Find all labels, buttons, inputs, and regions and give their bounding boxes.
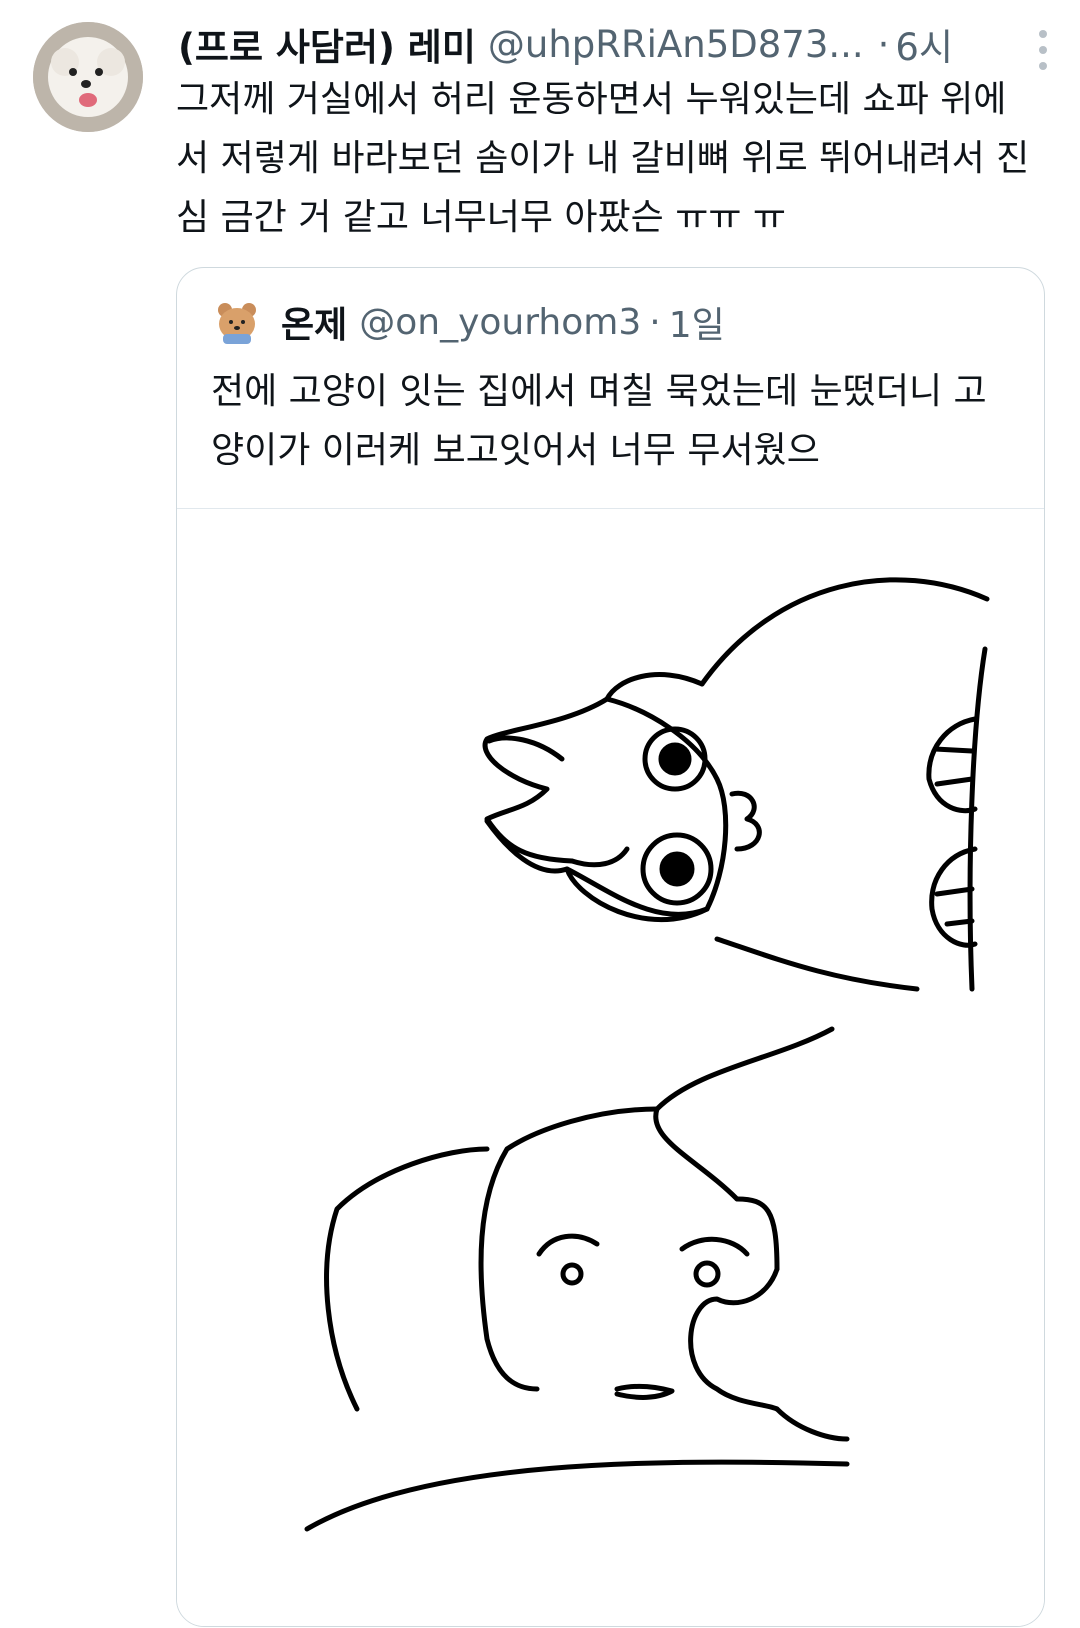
quoted-tweet-text: 전에 고양이 잇는 집에서 며칠 묵었는데 눈떴더니 고양이가 이러케 보고잇어… [211,371,987,471]
quoted-author-name: 온제 [281,305,348,346]
dog-avatar-image [33,22,143,132]
tweet-header: (프로 사담러) 레미 @uhpRRiAn5D873... · 6시 [178,18,1060,70]
quoted-tweet-header: 온제 @on_yourhom3 · 1일 [211,296,725,348]
quoted-tweet-card[interactable]: 온제 @on_yourhom3 · 1일 전에 고양이 잇는 집에서 며칠 묵었… [176,267,1045,1627]
quoted-tweet-image[interactable] [177,508,1044,1626]
author-name[interactable]: (프로 사담러) 레미 [178,17,476,71]
author-handle[interactable]: @uhpRRiAn5D873... [488,23,864,66]
more-vertical-icon[interactable] [1038,30,1048,70]
tweet-time[interactable]: 6시 [895,17,953,71]
cat-drawing-illustration [304,577,990,1532]
quoted-tweet-time: 1일 [668,305,725,346]
quoted-author-avatar[interactable] [211,296,263,348]
separator-dot: · [877,22,890,66]
author-avatar[interactable] [33,22,143,132]
tweet-text: 그저께 거실에서 허리 운동하면서 누워있는데 쇼파 위에서 저렇게 바라보던 … [176,79,1030,238]
quoted-separator-dot: · [649,301,661,343]
quoted-author-handle: @on_yourhom3 [359,301,642,343]
